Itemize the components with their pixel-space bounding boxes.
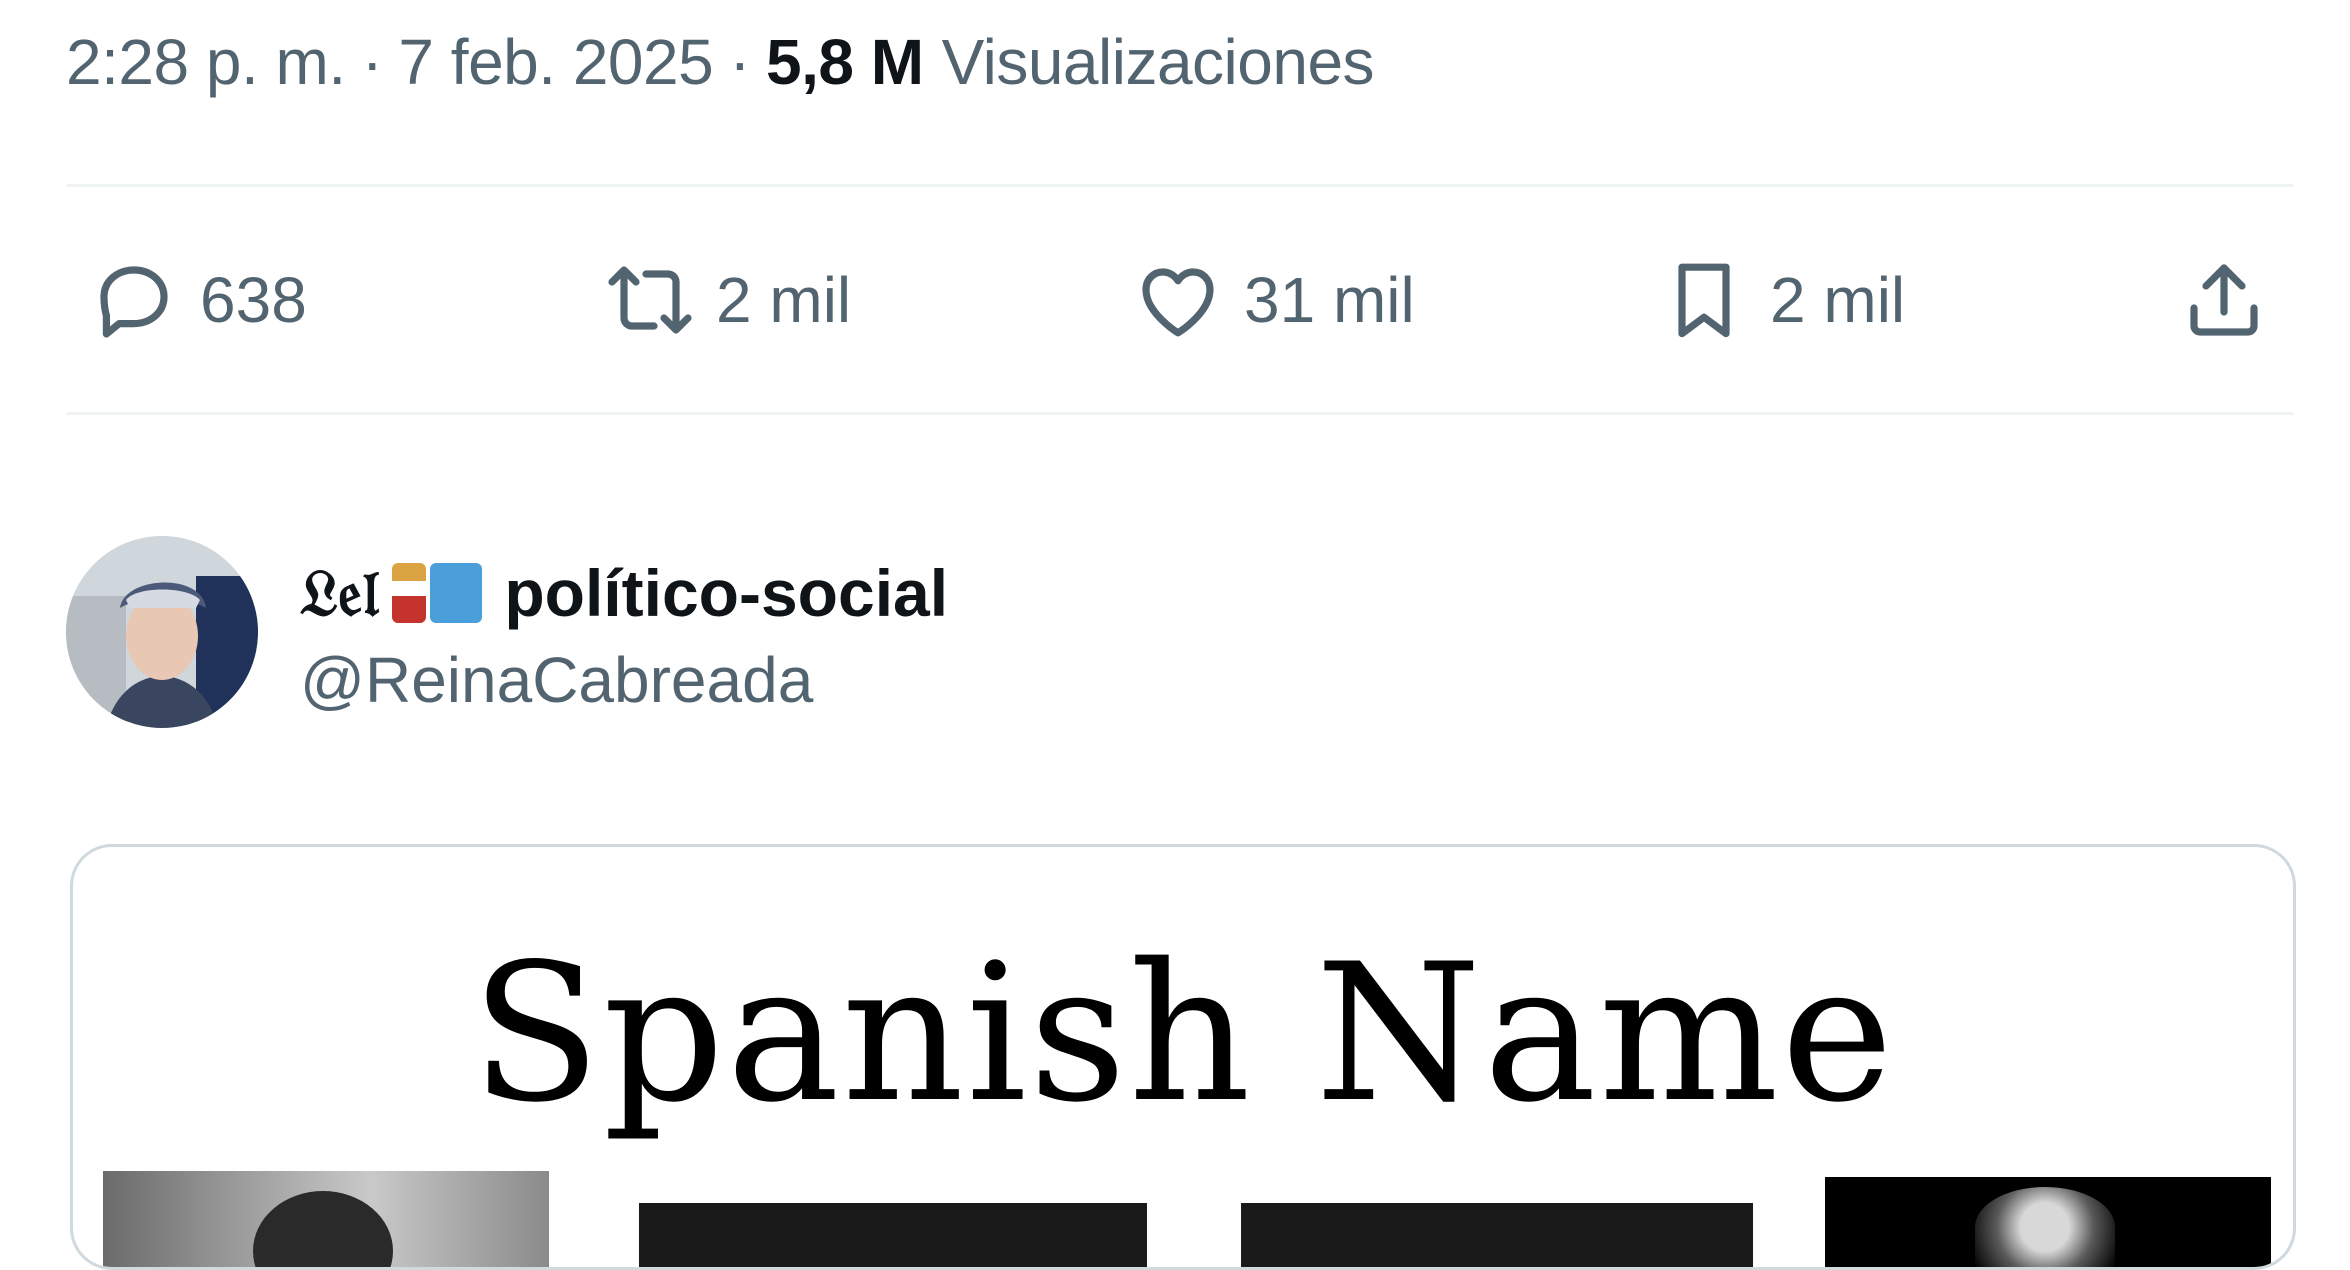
avatar[interactable] — [66, 536, 258, 728]
reply-count: 638 — [200, 264, 307, 336]
media-photo — [103, 1171, 549, 1267]
quoted-author: 𝔏𝔢𝔩 político-social @ReinaCabreada — [66, 534, 948, 730]
repost-icon — [602, 252, 698, 348]
divider-top — [66, 184, 2294, 187]
bookmark-button[interactable]: 2 mil — [1656, 188, 1905, 412]
tweet-action-bar: 638 2 mil 31 mil 2 mil — [66, 188, 2294, 412]
media-photo — [1241, 1203, 1753, 1267]
repost-button[interactable]: 2 mil — [602, 188, 851, 412]
display-name: político-social — [504, 556, 949, 630]
like-button[interactable]: 31 mil — [1130, 188, 1415, 412]
display-name-row[interactable]: 𝔏𝔢𝔩 político-social — [300, 547, 948, 639]
flag-emoji-icon — [392, 563, 483, 623]
reply-button[interactable]: 638 — [86, 188, 307, 412]
divider-bottom — [66, 412, 2294, 415]
meta-separator: · — [361, 26, 383, 98]
tweet-time[interactable]: 2:28 p. m. — [66, 25, 346, 99]
views-count[interactable]: 5,8 M — [766, 25, 924, 99]
tweet-date[interactable]: 7 feb. 2025 — [398, 25, 713, 99]
media-title: Spanish Name — [470, 923, 1896, 1144]
share-icon — [2176, 252, 2272, 348]
views-label[interactable]: Visualizaciones — [942, 25, 1375, 99]
heart-icon — [1130, 252, 1226, 348]
media-photo — [1825, 1177, 2271, 1267]
author-handle[interactable]: @ReinaCabreada — [300, 643, 948, 717]
tweet-meta-line: 2:28 p. m. · 7 feb. 2025 · 5,8 M Visuali… — [66, 22, 1375, 102]
meta-separator: · — [729, 26, 750, 98]
repost-count: 2 mil — [716, 264, 852, 336]
author-text: 𝔏𝔢𝔩 político-social @ReinaCabreada — [300, 547, 948, 717]
bookmark-count: 2 mil — [1770, 264, 1906, 336]
bookmark-icon — [1656, 252, 1752, 348]
like-count: 31 mil — [1244, 264, 1415, 336]
share-button[interactable] — [2176, 188, 2272, 412]
display-name-prefix: 𝔏𝔢𝔩 — [300, 555, 379, 631]
media-card[interactable]: Spanish Name — [70, 844, 2296, 1270]
media-photo — [639, 1203, 1147, 1267]
reply-icon — [86, 252, 182, 348]
